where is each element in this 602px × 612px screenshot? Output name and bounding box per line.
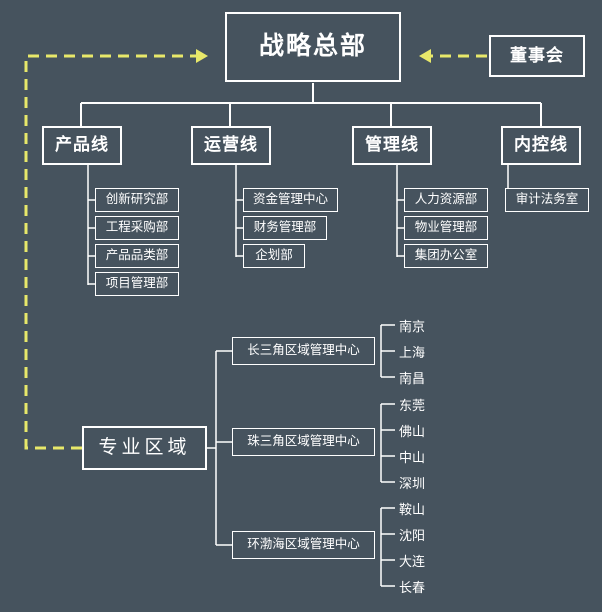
node-city-prd-3-label: 中山 <box>399 449 426 465</box>
node-dept-product-3[interactable]: 产品品类部 <box>95 244 179 268</box>
node-city-bohai-1-label: 鞍山 <box>399 501 426 517</box>
node-line-management-label: 管理线 <box>365 135 419 155</box>
node-headquarters-label: 战略总部 <box>258 32 367 61</box>
node-board[interactable]: 董事会 <box>489 35 585 77</box>
node-line-management[interactable]: 管理线 <box>352 126 432 165</box>
node-dept-management-3-label: 集团办公室 <box>414 248 478 263</box>
node-dept-operations-3[interactable]: 企划部 <box>243 244 305 268</box>
node-city-prd-2[interactable]: 佛山 <box>399 421 425 439</box>
node-city-yrd-2[interactable]: 上海 <box>399 342 425 360</box>
node-city-bohai-3-label: 大连 <box>399 553 426 569</box>
node-dept-operations-2-label: 财务管理部 <box>253 220 317 235</box>
node-dept-internal-control-1-label: 审计法务室 <box>515 192 579 207</box>
node-city-bohai-4[interactable]: 长春 <box>399 577 425 595</box>
node-region-center-3-label: 环渤海区域管理中心 <box>247 537 360 552</box>
node-region-center-1-label: 长三角区域管理中心 <box>247 343 360 358</box>
node-city-bohai-4-label: 长春 <box>399 579 426 595</box>
node-city-prd-1-label: 东莞 <box>399 397 426 413</box>
node-line-operations-label: 运营线 <box>204 135 258 155</box>
node-line-operations[interactable]: 运营线 <box>191 126 271 165</box>
node-city-bohai-2-label: 沈阳 <box>399 527 426 543</box>
node-line-product-label: 产品线 <box>55 135 109 155</box>
node-dept-management-2-label: 物业管理部 <box>414 220 478 235</box>
node-dept-product-1-label: 创新研究部 <box>105 192 169 207</box>
node-dept-management-1[interactable]: 人力资源部 <box>404 188 488 212</box>
node-dept-product-4-label: 项目管理部 <box>105 276 169 291</box>
node-region-title[interactable]: 专业区域 <box>82 426 207 470</box>
node-city-yrd-1[interactable]: 南京 <box>399 316 425 334</box>
node-city-yrd-1-label: 南京 <box>399 318 426 334</box>
node-dept-product-4[interactable]: 项目管理部 <box>95 272 179 296</box>
node-city-yrd-2-label: 上海 <box>399 344 426 360</box>
node-dept-operations-1[interactable]: 资金管理中心 <box>243 188 338 212</box>
node-dept-product-3-label: 产品品类部 <box>105 248 169 263</box>
node-region-center-1[interactable]: 长三角区域管理中心 <box>232 337 375 365</box>
node-city-bohai-3[interactable]: 大连 <box>399 551 425 569</box>
node-line-internal-control-label: 内控线 <box>514 135 568 155</box>
node-city-prd-1[interactable]: 东莞 <box>399 395 425 413</box>
node-dept-operations-2[interactable]: 财务管理部 <box>243 216 327 240</box>
node-line-internal-control[interactable]: 内控线 <box>501 126 581 165</box>
node-city-prd-4[interactable]: 深圳 <box>399 473 425 491</box>
node-dept-management-2[interactable]: 物业管理部 <box>404 216 488 240</box>
node-city-yrd-3-label: 南昌 <box>399 370 426 386</box>
node-dept-management-1-label: 人力资源部 <box>414 192 478 207</box>
node-dept-product-1[interactable]: 创新研究部 <box>95 188 179 212</box>
node-city-prd-3[interactable]: 中山 <box>399 447 425 465</box>
node-city-yrd-3[interactable]: 南昌 <box>399 368 425 386</box>
node-region-center-2[interactable]: 珠三角区域管理中心 <box>232 428 375 456</box>
node-dept-product-2[interactable]: 工程采购部 <box>95 216 179 240</box>
node-dept-operations-1-label: 资金管理中心 <box>252 192 328 207</box>
node-region-center-2-label: 珠三角区域管理中心 <box>247 434 360 449</box>
node-city-prd-2-label: 佛山 <box>399 423 426 439</box>
org-chart-canvas: 战略总部 董事会 产品线 运营线 管理线 内控线 创新研究部 工程采购部 产品品… <box>0 0 602 612</box>
node-dept-product-2-label: 工程采购部 <box>105 220 169 235</box>
node-region-center-3[interactable]: 环渤海区域管理中心 <box>232 531 375 559</box>
node-dept-management-3[interactable]: 集团办公室 <box>404 244 488 268</box>
node-region-title-label: 专业区域 <box>98 436 191 458</box>
node-city-bohai-2[interactable]: 沈阳 <box>399 525 425 543</box>
node-headquarters[interactable]: 战略总部 <box>225 12 401 82</box>
node-dept-internal-control-1[interactable]: 审计法务室 <box>505 188 589 212</box>
connector-lines <box>24 49 542 587</box>
node-dept-operations-3-label: 企划部 <box>255 248 293 263</box>
node-board-label: 董事会 <box>510 45 564 65</box>
node-line-product[interactable]: 产品线 <box>42 126 122 165</box>
node-city-bohai-1[interactable]: 鞍山 <box>399 499 425 517</box>
node-city-prd-4-label: 深圳 <box>399 475 426 491</box>
